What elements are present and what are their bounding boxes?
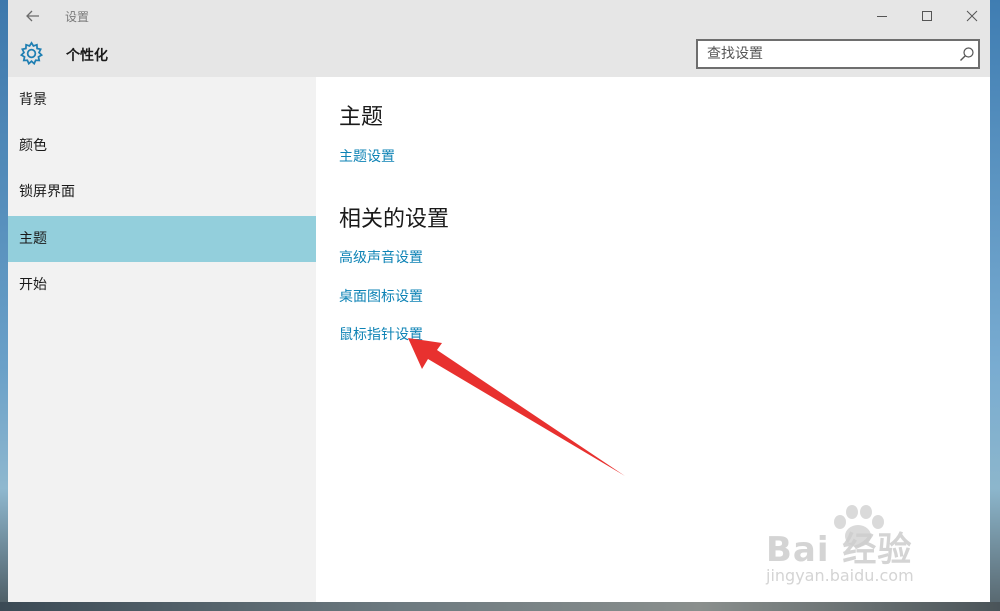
minimize-icon xyxy=(877,16,887,17)
sidebar-item-themes[interactable]: 主题 xyxy=(8,216,316,262)
page-title: 个性化 xyxy=(66,48,108,64)
search-input[interactable] xyxy=(707,44,947,64)
desktop-background-right xyxy=(990,0,1000,611)
search-box[interactable] xyxy=(696,39,980,69)
page-header: 个性化 xyxy=(8,32,990,77)
maximize-button[interactable] xyxy=(904,0,950,32)
mouse-pointer-settings-link[interactable]: 鼠标指针设置 xyxy=(339,324,423,344)
sidebar-item-background[interactable]: 背景 xyxy=(8,77,316,123)
sidebar-item-lock-screen[interactable]: 锁屏界面 xyxy=(8,169,316,215)
maximize-icon xyxy=(922,11,932,21)
title-bar: 设置 xyxy=(8,0,990,32)
sidebar-item-label: 锁屏界面 xyxy=(19,184,75,200)
back-arrow-icon xyxy=(26,10,39,22)
close-icon xyxy=(966,10,978,22)
back-button[interactable] xyxy=(22,5,44,27)
related-settings-heading: 相关的设置 xyxy=(339,207,450,232)
gear-icon xyxy=(19,41,44,66)
sidebar-item-label: 主题 xyxy=(19,231,47,247)
desktop-icon-settings-link[interactable]: 桌面图标设置 xyxy=(339,286,423,306)
sidebar-item-label: 开始 xyxy=(19,277,47,293)
search-icon[interactable] xyxy=(959,46,975,62)
window-title: 设置 xyxy=(65,10,90,24)
sidebar-item-label: 背景 xyxy=(19,92,47,108)
watermark-brand: Bai 经验 xyxy=(766,530,913,570)
theme-settings-link[interactable]: 主题设置 xyxy=(339,146,395,166)
close-button[interactable] xyxy=(949,0,995,32)
theme-heading: 主题 xyxy=(339,105,384,130)
watermark-url: jingyan.baidu.com xyxy=(766,566,914,585)
sidebar-item-colors[interactable]: 颜色 xyxy=(8,123,316,169)
desktop-background-left xyxy=(0,0,8,611)
baidu-watermark: Bai 经验 jingyan.baidu.com xyxy=(760,500,960,590)
advanced-sound-settings-link[interactable]: 高级声音设置 xyxy=(339,247,423,267)
sidebar: 背景 颜色 锁屏界面 主题 开始 xyxy=(8,77,316,602)
desktop-background-bottom xyxy=(0,602,1000,611)
minimize-button[interactable] xyxy=(859,0,905,32)
sidebar-item-label: 颜色 xyxy=(19,138,47,154)
sidebar-item-start[interactable]: 开始 xyxy=(8,262,316,308)
